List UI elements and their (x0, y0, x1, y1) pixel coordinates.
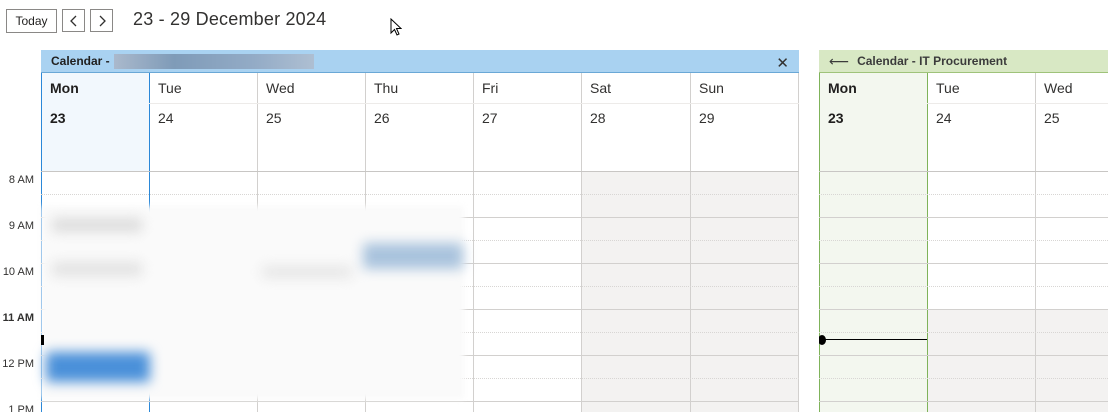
header-divider (149, 103, 799, 104)
hour-line (819, 401, 1108, 402)
calendar-panel-header: Calendar - ✕ (41, 50, 799, 73)
day-column-mon[interactable]: Mon 23 (819, 73, 928, 412)
day-name: Sun (699, 80, 724, 96)
hour-line (819, 355, 1108, 356)
redacted-name (113, 53, 314, 69)
day-number: 24 (936, 110, 952, 126)
hour-line (819, 217, 1108, 218)
time-label-9am: 9 AM (8, 220, 34, 232)
all-day-divider (819, 171, 1108, 172)
event-block[interactable] (262, 266, 352, 278)
all-day-divider (41, 171, 799, 172)
time-label-12pm: 12 PM (2, 358, 34, 370)
day-number: 25 (1044, 110, 1060, 126)
chevron-right-icon (99, 15, 106, 26)
day-name: Thu (374, 80, 399, 96)
half-hour-line (819, 286, 1108, 287)
hour-line (41, 401, 799, 402)
date-range-title: 23 - 29 December 2024 (133, 9, 327, 29)
day-number: 25 (266, 110, 282, 126)
day-column-sat[interactable]: Sat 28 (582, 73, 691, 412)
next-week-button[interactable] (90, 9, 113, 32)
day-number: 26 (374, 110, 390, 126)
close-calendar-icon[interactable]: ✕ (776, 54, 789, 72)
calendar-title: Calendar - IT Procurement (857, 54, 1008, 68)
day-column-tue[interactable]: Tue 24 (928, 73, 1036, 412)
event-block[interactable] (46, 352, 150, 382)
day-column-sun[interactable]: Sun 29 (691, 73, 799, 412)
calendar-panel-header: ⟵ Calendar - IT Procurement (819, 50, 1108, 73)
event-block[interactable] (363, 243, 463, 269)
day-column-fri[interactable]: Fri 27 (474, 73, 582, 412)
half-hour-line (819, 240, 1108, 241)
day-number: 27 (482, 110, 498, 126)
day-number: 28 (590, 110, 606, 126)
time-label-8am: 8 AM (8, 174, 34, 186)
day-name: Tue (936, 80, 960, 96)
time-label-1pm: 1 PM (8, 404, 34, 412)
day-column-wed[interactable]: Wed 25 (1036, 73, 1108, 412)
day-name: Wed (1044, 80, 1073, 96)
hour-line (819, 309, 1108, 310)
calendar-title-prefix: Calendar - (51, 54, 110, 68)
day-number: 29 (699, 110, 715, 126)
day-name: Tue (158, 80, 182, 96)
half-hour-line (819, 332, 1108, 333)
day-name: Sat (590, 80, 612, 96)
day-number: 24 (158, 110, 174, 126)
event-block[interactable] (52, 262, 142, 276)
half-hour-line (41, 194, 799, 195)
arrow-left-icon[interactable]: ⟵ (829, 53, 849, 70)
header-divider (927, 103, 1108, 104)
day-number: 23 (828, 110, 844, 126)
time-label-11am: 11 AM (2, 312, 34, 324)
current-time-line (819, 339, 927, 340)
day-name: Wed (266, 80, 295, 96)
mouse-cursor-icon (390, 18, 402, 36)
day-name: Mon (828, 80, 857, 96)
day-name: Fri (482, 80, 499, 96)
day-name: Mon (50, 80, 79, 96)
calendar-panel-it-procurement: ⟵ Calendar - IT Procurement Mon 23 Tue 2… (819, 50, 1108, 412)
day-number: 23 (50, 110, 66, 126)
half-hour-line (819, 194, 1108, 195)
today-button[interactable]: Today (6, 9, 57, 33)
previous-week-button[interactable] (62, 9, 85, 32)
current-time-marker (41, 335, 44, 345)
time-label-10am: 10 AM (2, 266, 34, 278)
half-hour-line (819, 378, 1108, 379)
chevron-left-icon (69, 15, 76, 26)
hour-line (819, 263, 1108, 264)
event-block[interactable] (52, 218, 142, 232)
